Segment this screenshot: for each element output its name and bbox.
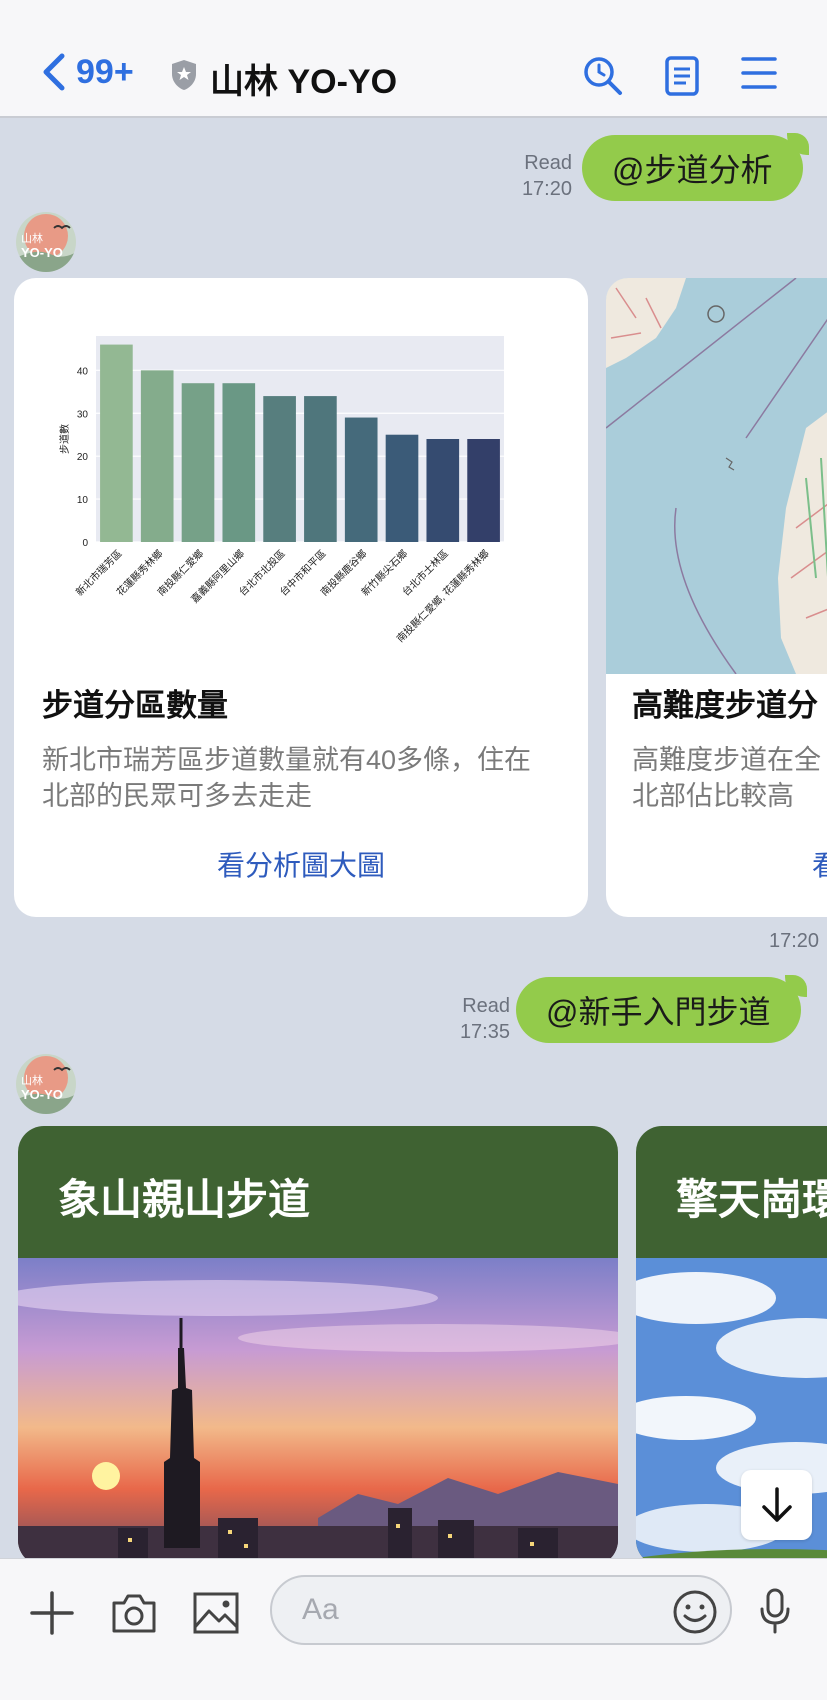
- back-button[interactable]: 99+: [40, 52, 134, 92]
- bar: [100, 344, 133, 542]
- trail-title: 擎天崗環: [676, 1176, 827, 1223]
- message-input[interactable]: [270, 1575, 732, 1645]
- plus-icon[interactable]: [30, 1591, 74, 1635]
- bar: [426, 439, 460, 542]
- y-tick-label: 40: [77, 366, 89, 377]
- bar: [263, 396, 296, 542]
- analysis-card[interactable]: 0 10 20 30 40 新北市瑞芳區 花蓮縣秀林鄉 南投縣仁愛鄉 嘉義縣阿里山鄉 台北市北投區…: [14, 278, 588, 917]
- scroll-down-button[interactable]: [741, 1470, 812, 1540]
- card-desc-line2: 北部佔比較高: [632, 781, 794, 811]
- message-bubble[interactable]: @新手入門步道: [516, 975, 806, 1043]
- card-description: 新北市瑞芳區步道數量就有40多條，住在 北部的民眾可多去走走: [42, 742, 531, 814]
- card-desc-line1: 新北市瑞芳區步道數量就有40多條，住在: [42, 745, 532, 775]
- y-axis-label: 步道數: [58, 424, 71, 454]
- view-chart-link[interactable]: 看: [812, 844, 827, 884]
- search-icon[interactable]: [582, 55, 624, 97]
- unread-count: 99+: [76, 52, 134, 91]
- emoji-icon[interactable]: [672, 1589, 718, 1635]
- trail-photo: [18, 1258, 618, 1566]
- avatar-text-line1: 山林: [21, 231, 43, 245]
- message-bubble[interactable]: @步道分析: [582, 133, 808, 201]
- bar: [181, 383, 215, 542]
- read-receipt: Read 17:35: [438, 993, 510, 1045]
- message-composer: [0, 1558, 827, 1700]
- y-tick-label: 10: [77, 495, 89, 506]
- microphone-icon[interactable]: [758, 1587, 792, 1635]
- menu-icon[interactable]: [740, 55, 778, 91]
- message-time: 17:20: [769, 930, 820, 952]
- message-text: @步道分析: [612, 152, 773, 188]
- chat-header: 99+ 山林 YO-YO: [0, 0, 827, 118]
- camera-icon[interactable]: [110, 1591, 158, 1635]
- bar: [344, 417, 378, 542]
- bar: [222, 383, 256, 542]
- read-time: 17:35: [459, 1021, 510, 1043]
- card-desc-line2: 北部的民眾可多去走走: [42, 781, 312, 811]
- card-title: 高難度步道分: [632, 688, 818, 723]
- bar: [140, 370, 174, 542]
- card-description: 高難度步道在全 北部佔比較高: [632, 742, 821, 814]
- notes-icon[interactable]: [664, 55, 700, 97]
- read-label: Read: [524, 152, 572, 174]
- arrow-down-icon: [761, 1487, 792, 1522]
- y-tick-label: 30: [77, 409, 89, 420]
- avatar[interactable]: 山林 YO-YO: [16, 1054, 76, 1114]
- card-desc-line1: 高難度步道在全: [632, 745, 821, 775]
- avatar-text-line2: YO-YO: [21, 245, 63, 260]
- bar: [467, 439, 500, 542]
- avatar[interactable]: 山林 YO-YO: [16, 212, 76, 272]
- analysis-card[interactable]: 高難度步道分 高難度步道在全 北部佔比較高 看: [606, 278, 827, 917]
- trail-card[interactable]: 象山親山步道: [18, 1126, 618, 1566]
- read-receipt: Read 17:20: [500, 150, 572, 202]
- chevron-left-icon: [43, 53, 65, 91]
- y-tick-label: 20: [77, 452, 89, 463]
- message-text: @新手入門步道: [546, 994, 771, 1030]
- trail-title: 象山親山步道: [58, 1176, 311, 1223]
- bar: [385, 434, 419, 542]
- map-image: [606, 278, 827, 674]
- y-tick-label: 0: [82, 538, 88, 549]
- read-time: 17:20: [521, 178, 572, 200]
- bar: [304, 396, 337, 542]
- avatar-text-line2: YO-YO: [21, 1087, 63, 1102]
- card-title: 步道分區數量: [42, 688, 228, 723]
- view-chart-link[interactable]: 看分析圖大圖: [14, 844, 588, 884]
- bar-chart: 010203040新北市瑞芳區花蓮縣秀林鄉南投縣仁愛鄉嘉義縣阿里山鄉台北市北投區…: [58, 336, 504, 645]
- avatar-text-line1: 山林: [21, 1073, 43, 1087]
- chat-title: 山林 YO-YO: [210, 63, 398, 101]
- read-label: Read: [462, 995, 510, 1017]
- image-icon[interactable]: [192, 1591, 240, 1635]
- shield-icon: [172, 60, 196, 90]
